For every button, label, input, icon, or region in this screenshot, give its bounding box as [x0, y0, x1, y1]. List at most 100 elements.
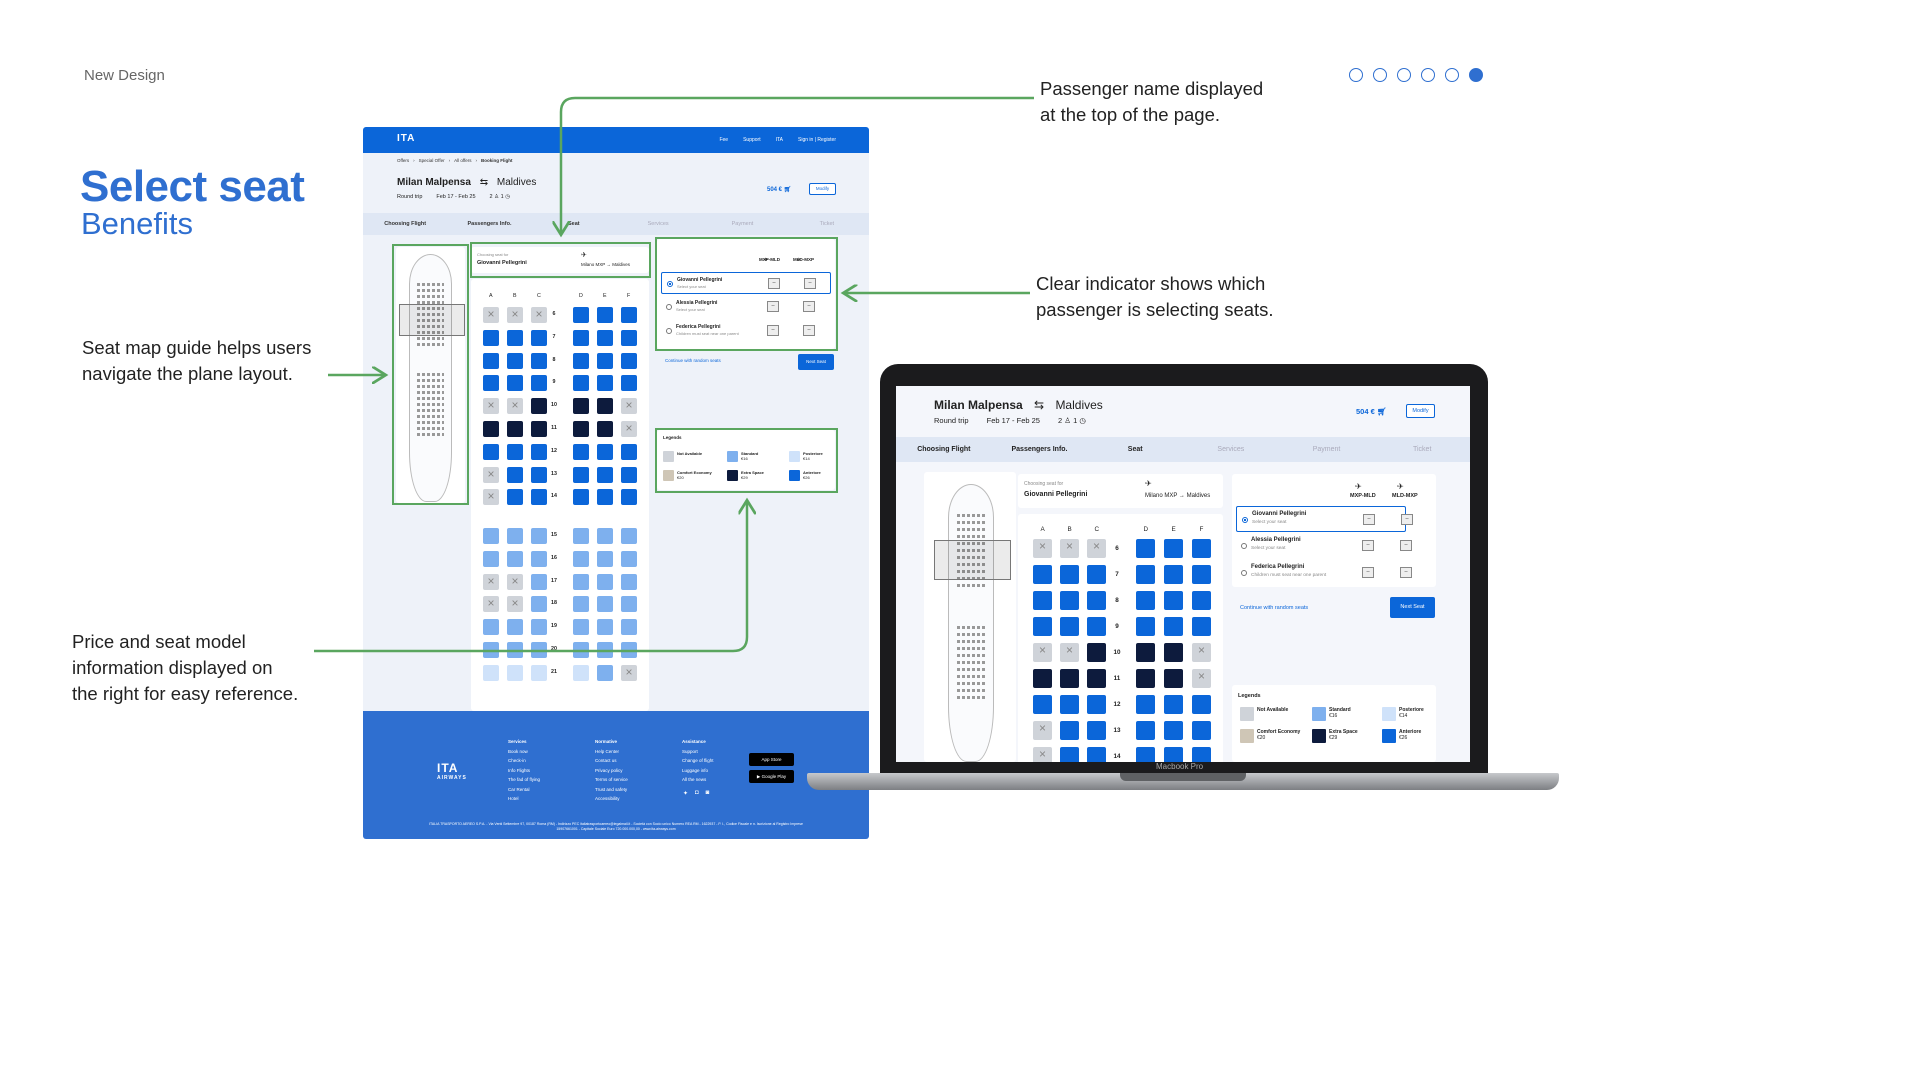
seat-b13[interactable]	[1060, 721, 1079, 740]
seat-c12[interactable]	[531, 443, 547, 460]
seat-c13[interactable]	[1087, 721, 1106, 740]
seat-f17[interactable]	[621, 573, 637, 590]
seat-d11[interactable]	[1136, 669, 1155, 688]
footer-link[interactable]: Privacy policy	[595, 766, 628, 776]
seat-a7[interactable]	[1033, 565, 1052, 584]
seat-slot-return[interactable]: --	[1401, 514, 1413, 525]
seat-f14[interactable]	[621, 489, 637, 506]
seat-f19[interactable]	[621, 619, 637, 636]
step-choosing-flight[interactable]: Choosing Flight	[896, 446, 992, 453]
seat-b9[interactable]	[507, 375, 523, 392]
footer-link[interactable]: Info Flights	[508, 766, 540, 776]
seat-c14[interactable]	[531, 489, 547, 506]
footer-link[interactable]: Trust and safety	[595, 785, 628, 795]
seat-f15[interactable]	[621, 528, 637, 544]
seat-c10[interactable]	[1087, 643, 1106, 662]
seat-a12[interactable]	[1033, 695, 1052, 714]
seat-d21[interactable]	[573, 664, 589, 681]
twitter-icon[interactable]: ✦	[683, 790, 688, 797]
footer-link[interactable]: Contact us	[595, 756, 628, 766]
instagram-icon[interactable]: ◘	[695, 790, 699, 797]
passenger-radio[interactable]	[1241, 570, 1247, 576]
passenger-row[interactable]: Giovanni Pellegrini Select your seat -- --	[661, 272, 831, 294]
seat-b21[interactable]	[507, 664, 523, 681]
seat-a11[interactable]	[483, 421, 499, 437]
footer-link[interactable]: Luggage info	[682, 766, 714, 776]
seat-f12[interactable]	[1192, 695, 1211, 714]
seat-d7[interactable]	[573, 329, 589, 346]
step-choosing-flight[interactable]: Choosing Flight	[363, 221, 447, 227]
facebook-icon[interactable]: ◙	[706, 790, 710, 797]
seat-b9[interactable]	[1060, 617, 1079, 636]
footer-link[interactable]: Support	[682, 747, 714, 757]
seat-c21[interactable]	[531, 664, 547, 681]
seat-e12[interactable]	[597, 443, 613, 460]
seat-d8[interactable]	[573, 352, 589, 369]
footer-link[interactable]: Car Rental	[508, 785, 540, 795]
seat-d6[interactable]	[573, 307, 589, 323]
seat-slot-return[interactable]: --	[803, 325, 815, 336]
seat-e9[interactable]	[597, 375, 613, 392]
next-seat-button[interactable]: Next Seat	[1390, 597, 1435, 618]
seat-e11[interactable]	[1164, 669, 1183, 688]
seat-f20[interactable]	[621, 642, 637, 658]
footer-link[interactable]: Check-in	[508, 756, 540, 766]
seat-slot-outbound[interactable]: --	[767, 325, 779, 336]
seat-e13[interactable]	[597, 466, 613, 483]
seat-f8[interactable]	[1192, 591, 1211, 610]
seat-b15[interactable]	[507, 528, 523, 544]
seat-e6[interactable]	[597, 307, 613, 323]
random-seats-link[interactable]: Continue with random seats	[665, 358, 721, 363]
seat-f18[interactable]	[621, 596, 637, 613]
footer-link[interactable]: Terms of service	[595, 775, 628, 785]
seat-e12[interactable]	[1164, 695, 1183, 714]
seat-f13[interactable]	[1192, 721, 1211, 740]
pagination-dot[interactable]	[1469, 68, 1483, 82]
seat-f13[interactable]	[621, 466, 637, 483]
seat-d7[interactable]	[1136, 565, 1155, 584]
passenger-row[interactable]: Alessia Pellegrini Select your seat -- --	[1236, 533, 1412, 559]
cart-icon[interactable]: 🛒︎	[1377, 407, 1387, 416]
seat-d13[interactable]	[573, 466, 589, 483]
seat-c7[interactable]	[531, 329, 547, 346]
seat-c12[interactable]	[1087, 695, 1106, 714]
seat-c14[interactable]	[1087, 747, 1106, 762]
seat-b7[interactable]	[1060, 565, 1079, 584]
seat-d15[interactable]	[573, 528, 589, 544]
seat-b13[interactable]	[507, 466, 523, 483]
seat-slot-return[interactable]: --	[803, 301, 815, 312]
seat-d9[interactable]	[573, 375, 589, 392]
next-seat-button[interactable]: Next Seat	[798, 354, 834, 370]
seat-b19[interactable]	[507, 619, 523, 636]
ita-logo[interactable]: ITA	[397, 133, 415, 144]
seat-map-viewport[interactable]	[934, 540, 1011, 580]
seat-d19[interactable]	[573, 619, 589, 636]
seat-d10[interactable]	[1136, 643, 1155, 662]
seat-e6[interactable]	[1164, 539, 1183, 558]
seat-d14[interactable]	[1136, 747, 1155, 762]
pagination-dot[interactable]	[1373, 68, 1387, 82]
step-passengers-info[interactable]: Passengers Info.	[992, 446, 1088, 453]
seat-c16[interactable]	[531, 550, 547, 567]
pagination-dot[interactable]	[1445, 68, 1459, 82]
seat-e13[interactable]	[1164, 721, 1183, 740]
seat-d6[interactable]	[1136, 539, 1155, 558]
seat-b12[interactable]	[507, 443, 523, 460]
seat-b11[interactable]	[507, 421, 523, 437]
seat-b16[interactable]	[507, 550, 523, 567]
seat-a7[interactable]	[483, 329, 499, 346]
seat-f14[interactable]	[1192, 747, 1211, 762]
footer-link[interactable]: The fad of flying	[508, 775, 540, 785]
seat-e9[interactable]	[1164, 617, 1183, 636]
seat-c11[interactable]	[531, 421, 547, 437]
footer-link[interactable]: All the news	[682, 775, 714, 785]
passenger-radio[interactable]	[667, 281, 673, 287]
seat-b8[interactable]	[1060, 591, 1079, 610]
footer-link[interactable]: Accessibility	[595, 794, 628, 804]
seat-d20[interactable]	[573, 642, 589, 658]
seat-d8[interactable]	[1136, 591, 1155, 610]
seat-b14[interactable]	[1060, 747, 1079, 762]
footer-link[interactable]: Book now	[508, 747, 540, 757]
seat-e7[interactable]	[1164, 565, 1183, 584]
seat-slot-outbound[interactable]: --	[767, 301, 779, 312]
